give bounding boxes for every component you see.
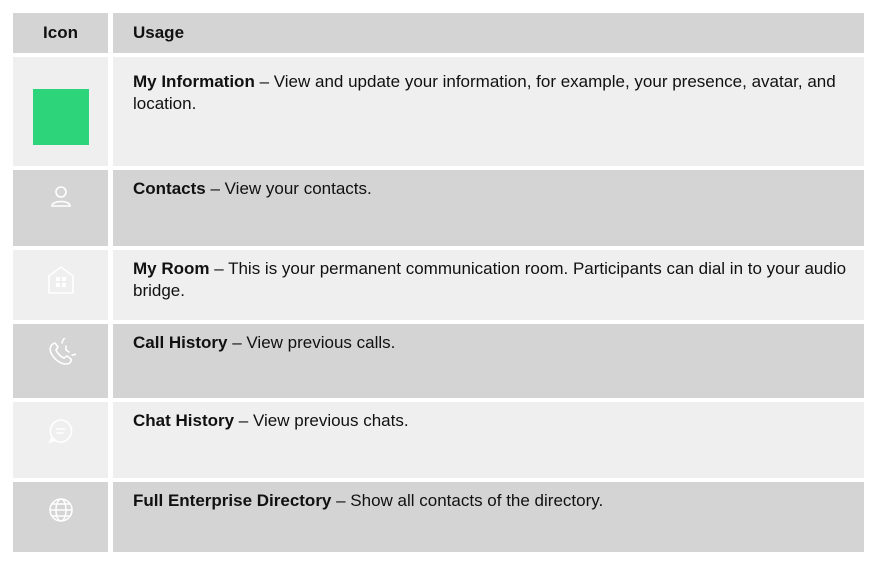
usage-cell: Call History – View previous calls. — [113, 324, 864, 398]
table-row-chat-history: Chat History – View previous chats. — [13, 402, 864, 478]
icon-usage-table: Icon Usage My Information – View and upd… — [13, 13, 864, 552]
icon-cell — [13, 482, 108, 552]
row-title: Full Enterprise Directory — [133, 491, 332, 510]
usage-cell: My Information – View and update your in… — [113, 57, 864, 166]
table-header: Icon Usage — [13, 13, 864, 53]
header-icon-column: Icon — [13, 13, 108, 53]
usage-cell: Chat History – View previous chats. — [113, 402, 864, 478]
table-row-contacts: Contacts – View your contacts. — [13, 170, 864, 246]
my-room-icon — [46, 264, 76, 296]
row-title: Call History — [133, 333, 228, 352]
row-title: My Room — [133, 259, 210, 278]
table-row-my-room: My Room – This is your permanent communi… — [13, 250, 864, 320]
row-description: – View previous calls. — [227, 333, 396, 352]
row-title: My Information — [133, 72, 255, 91]
row-description: – This is your permanent communication r… — [133, 259, 847, 300]
contacts-icon — [49, 184, 73, 210]
call-history-icon — [46, 338, 76, 368]
icon-cell — [13, 170, 108, 246]
row-title: Contacts — [133, 179, 206, 198]
usage-cell: Full Enterprise Directory – Show all con… — [113, 482, 864, 552]
table-row-full-enterprise-directory: Full Enterprise Directory – Show all con… — [13, 482, 864, 552]
icon-cell — [13, 57, 108, 166]
row-description: – View previous chats. — [234, 411, 409, 430]
row-description: – Show all contacts of the directory. — [331, 491, 604, 510]
usage-cell: Contacts – View your contacts. — [113, 170, 864, 246]
row-title: Chat History — [133, 411, 235, 430]
globe-icon — [47, 496, 75, 524]
table-row-my-information: My Information – View and update your in… — [13, 57, 864, 166]
chat-history-icon — [46, 416, 76, 446]
table-row-call-history: Call History – View previous calls. — [13, 324, 864, 398]
row-description: – View your contacts. — [205, 179, 372, 198]
usage-cell: My Room – This is your permanent communi… — [113, 250, 864, 320]
icon-cell — [13, 402, 108, 478]
icon-cell — [13, 324, 108, 398]
my-information-icon — [32, 88, 89, 145]
header-usage-column: Usage — [113, 13, 864, 53]
icon-cell — [13, 250, 108, 320]
